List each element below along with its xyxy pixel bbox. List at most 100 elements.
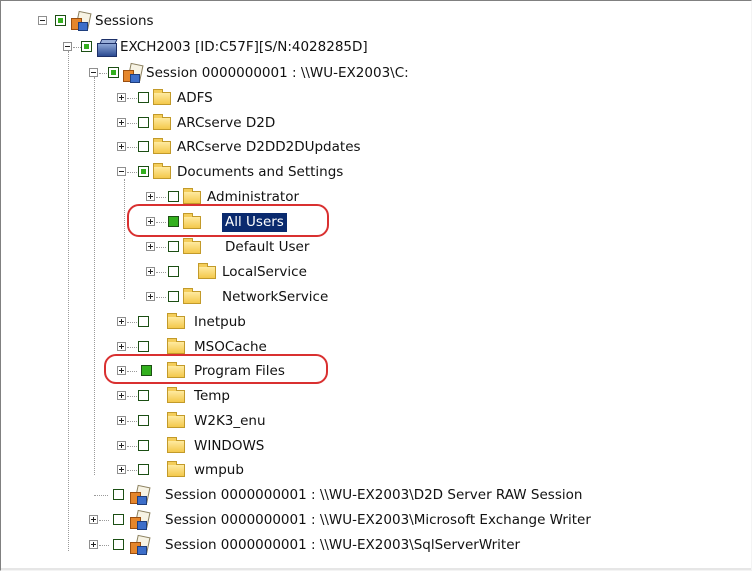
expand-toggle[interactable] — [146, 192, 155, 201]
tree-row-inetpub: Inetpub — [1, 310, 751, 335]
folder-icon — [167, 338, 185, 354]
session-checkbox[interactable] — [113, 489, 124, 500]
expand-toggle[interactable] — [146, 292, 155, 301]
session-checkbox[interactable] — [113, 539, 124, 550]
tree-row-session-exchange: Session 0000000001 : \\WU-EX2003\Microso… — [1, 508, 751, 533]
tree-item-label[interactable]: LocalService — [219, 263, 310, 282]
tree-row-networkservice: NetworkService — [1, 285, 751, 310]
tree-row-w2k3-enu: W2K3_enu — [1, 409, 751, 434]
expand-toggle[interactable] — [117, 118, 126, 127]
folder-checkbox[interactable] — [168, 266, 179, 277]
folder-icon — [153, 114, 171, 130]
folder-icon — [167, 387, 185, 403]
highlight-ring-program-files — [104, 354, 328, 384]
server-icon — [95, 38, 118, 57]
expand-toggle[interactable] — [89, 515, 98, 524]
tree-row-default-user: Default User — [1, 235, 751, 260]
tree-row-arcserve-updates: ARCserve D2DD2DUpdates — [1, 135, 751, 160]
folder-checkbox[interactable] — [168, 241, 179, 252]
folder-checkbox[interactable] — [138, 464, 149, 475]
tree-item-label[interactable]: Inetpub — [191, 313, 249, 332]
session-tree: Sessions EXCH2003 [ID:C57F][S/N:4028285D… — [1, 1, 751, 570]
expand-toggle[interactable] — [117, 142, 126, 151]
folder-icon — [183, 238, 201, 254]
tree-item-label[interactable]: NetworkService — [219, 288, 331, 307]
collapse-toggle[interactable] — [38, 16, 47, 25]
folder-icon — [167, 412, 185, 428]
folder-icon — [153, 163, 171, 179]
session-icon — [121, 62, 144, 83]
tree-row-arcserve-d2d: ARCserve D2D — [1, 111, 751, 136]
tree-item-label[interactable]: ARCserve D2D — [174, 114, 278, 133]
tree-item-label[interactable]: Documents and Settings — [174, 163, 346, 182]
folder-icon — [183, 188, 201, 204]
tree-row-documents-and-settings: Documents and Settings — [1, 160, 751, 185]
tree-row-adfs: ADFS — [1, 86, 751, 111]
expand-toggle[interactable] — [117, 441, 126, 450]
folder-checkbox[interactable] — [168, 291, 179, 302]
tree-row-sessions: Sessions — [1, 9, 751, 34]
folder-checkbox[interactable] — [138, 166, 149, 177]
folder-icon — [153, 89, 171, 105]
folder-checkbox[interactable] — [138, 440, 149, 451]
folder-icon — [183, 288, 201, 304]
tree-row-windows: WINDOWS — [1, 434, 751, 459]
collapse-toggle[interactable] — [117, 167, 126, 176]
folder-checkbox[interactable] — [138, 141, 149, 152]
tree-row-session-raw: Session 0000000001 : \\WU-EX2003\D2D Ser… — [1, 483, 751, 508]
server-checkbox[interactable] — [81, 41, 92, 52]
tree-row-temp: Temp — [1, 384, 751, 409]
folder-checkbox[interactable] — [138, 390, 149, 401]
folder-icon — [167, 461, 185, 477]
tree-item-label[interactable]: ADFS — [174, 89, 216, 108]
tree-item-label[interactable]: WINDOWS — [191, 437, 267, 456]
folder-checkbox[interactable] — [138, 316, 149, 327]
folder-checkbox[interactable] — [168, 191, 179, 202]
folder-icon — [153, 138, 171, 154]
expand-toggle[interactable] — [146, 242, 155, 251]
tree-row-session-sql: Session 0000000001 : \\WU-EX2003\SqlServ… — [1, 533, 751, 558]
panel-bottom-edge — [1, 568, 751, 570]
tree-item-label[interactable]: Session 0000000001 : \\WU-EX2003\Microso… — [162, 511, 594, 530]
expand-toggle[interactable] — [117, 391, 126, 400]
expand-toggle[interactable] — [146, 267, 155, 276]
session-icon — [128, 509, 151, 530]
folder-checkbox[interactable] — [138, 341, 149, 352]
tree-item-label[interactable]: Sessions — [92, 12, 157, 31]
tree-item-label[interactable]: EXCH2003 [ID:C57F][S/N:4028285D] — [117, 38, 371, 57]
sessions-icon — [69, 10, 92, 31]
folder-checkbox[interactable] — [138, 92, 149, 103]
session-tree-panel: Sessions EXCH2003 [ID:C57F][S/N:4028285D… — [0, 0, 752, 571]
tree-row-session-c: Session 0000000001 : \\WU-EX2003\C: — [1, 61, 751, 86]
session-icon — [128, 534, 151, 555]
expand-toggle[interactable] — [117, 93, 126, 102]
expand-toggle[interactable] — [117, 317, 126, 326]
folder-icon — [198, 263, 216, 279]
tree-row-administrator: Administrator — [1, 185, 751, 210]
folder-checkbox[interactable] — [138, 415, 149, 426]
session-checkbox[interactable] — [108, 67, 119, 78]
tree-item-label[interactable]: W2K3_enu — [191, 412, 269, 431]
collapse-toggle[interactable] — [89, 68, 98, 77]
tree-item-label[interactable]: Session 0000000001 : \\WU-EX2003\D2D Ser… — [162, 486, 585, 505]
expand-toggle[interactable] — [117, 416, 126, 425]
tree-row-all-users: All Users — [1, 210, 751, 235]
tree-row-localservice: LocalService — [1, 260, 751, 285]
highlight-ring-all-users — [127, 204, 329, 237]
expand-toggle[interactable] — [117, 342, 126, 351]
tree-item-label[interactable]: Session 0000000001 : \\WU-EX2003\C: — [143, 64, 412, 83]
session-checkbox[interactable] — [113, 514, 124, 525]
tree-item-label[interactable]: Default User — [222, 238, 312, 257]
sessions-checkbox[interactable] — [55, 15, 66, 26]
tree-row-wmpub: wmpub — [1, 458, 751, 483]
collapse-toggle[interactable] — [63, 42, 72, 51]
tree-item-label[interactable]: wmpub — [191, 461, 247, 480]
tree-row-server: EXCH2003 [ID:C57F][S/N:4028285D] — [1, 35, 751, 60]
tree-item-label[interactable]: ARCserve D2DD2DUpdates — [174, 138, 364, 157]
tree-item-label[interactable]: Temp — [191, 387, 233, 406]
folder-checkbox[interactable] — [138, 117, 149, 128]
expand-toggle[interactable] — [117, 465, 126, 474]
session-icon — [128, 484, 151, 505]
tree-item-label[interactable]: Session 0000000001 : \\WU-EX2003\SqlServ… — [162, 536, 523, 555]
expand-toggle[interactable] — [89, 540, 98, 549]
